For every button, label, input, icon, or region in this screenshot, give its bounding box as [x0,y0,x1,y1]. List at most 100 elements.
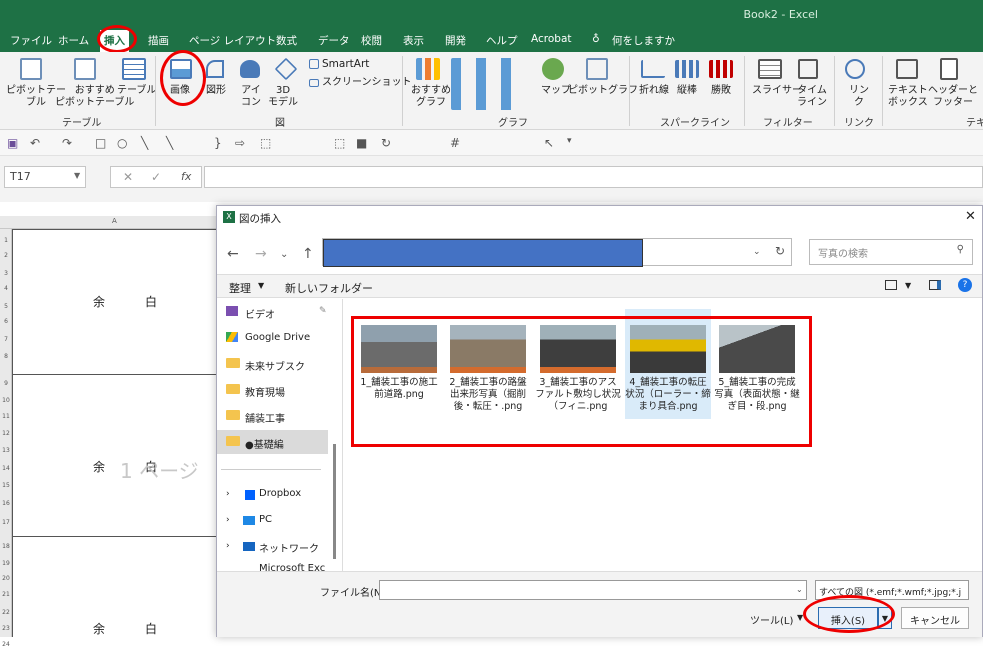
tab-page-layout[interactable]: ページ レイアウト [189,33,276,48]
up-icon[interactable]: ↑ [302,246,314,262]
filename-dropdown-icon[interactable]: ⌄ [796,585,803,594]
nav-item-hoso-koji[interactable]: 舗装工事 [245,410,285,425]
row-number[interactable]: 12 [0,430,12,437]
crop-icon[interactable]: ⬚ [334,136,345,150]
row-number[interactable]: 11 [0,413,12,420]
view-icon[interactable] [885,280,897,290]
enter-icon[interactable]: ✓ [151,170,161,184]
tab-developer[interactable]: 開発 [445,33,466,48]
address-dropdown-icon[interactable]: ⌄ [753,247,761,257]
tab-help[interactable]: ヘルプ [486,33,518,48]
row-number[interactable]: 8 [0,353,12,360]
map-button[interactable]: マップ [541,85,571,97]
tools-button[interactable]: ツール(L) [750,612,793,627]
3d-model-button[interactable]: 3D モデル [268,85,298,109]
nav-item-mirai-subsc[interactable]: 未来サブスク [245,358,305,373]
pivot-chart-button[interactable]: ピボットグラフ [568,85,638,97]
tell-me-box[interactable]: 何をしますか [612,33,675,48]
nav-item-google-drive[interactable]: Google Drive [245,332,310,343]
tab-formulas[interactable]: 数式 [276,33,297,48]
recent-icon[interactable]: ⌄ [280,249,288,260]
table-button[interactable]: テーブル [117,85,156,97]
shapes-button[interactable]: 図形 [206,85,226,97]
row-number[interactable]: 14 [0,465,12,472]
timeline-button[interactable]: タイム ライン [797,85,827,109]
fx-icon[interactable]: fx [181,170,191,183]
row-number[interactable]: 15 [0,482,12,489]
nav-item-microsoft-excel[interactable]: Microsoft Exc [259,563,325,571]
dashed-rect-icon[interactable]: ⬚ [260,136,271,150]
qat-more-icon[interactable]: ▾ [567,136,572,146]
save-icon[interactable]: ▣ [7,136,18,150]
row-number[interactable]: 9 [0,380,12,387]
organize-dropdown-icon[interactable]: ▼ [258,281,264,290]
row-number[interactable]: 18 [0,543,12,550]
row-number[interactable]: 22 [0,609,12,616]
formula-input[interactable] [204,166,983,188]
textbox-button[interactable]: テキスト ボックス [888,85,928,109]
undo-icon[interactable]: ↶ [30,136,40,150]
camera-icon[interactable]: ■ [356,136,367,150]
rectangle-icon[interactable]: □ [95,136,106,150]
tab-data[interactable]: データ [318,33,350,48]
tab-view[interactable]: 表示 [403,33,424,48]
refresh-icon[interactable]: ↻ [775,244,785,258]
filename-input[interactable] [379,580,807,600]
slicer-button[interactable]: スライサー [752,85,802,97]
row-number[interactable]: 23 [0,625,12,632]
row-number[interactable]: 7 [0,336,12,343]
tab-file[interactable]: ファイル [10,33,52,48]
preview-pane-icon[interactable] [929,280,941,290]
row-number[interactable]: 20 [0,575,12,582]
sparkline-winloss-button[interactable]: 勝敗 [711,85,731,97]
view-dropdown-icon[interactable]: ▼ [905,281,911,290]
expand-icon[interactable]: › [226,515,230,525]
recommended-charts-button[interactable]: おすすめ グラフ [411,85,451,109]
row-number[interactable]: 3 [0,270,12,277]
icons-button[interactable]: アイ コン [241,85,261,109]
tab-home[interactable]: ホーム [58,33,89,48]
organize-button[interactable]: 整理 [229,280,251,296]
expand-icon[interactable]: › [226,489,230,499]
row-number[interactable]: 24 [0,641,12,648]
tab-draw[interactable]: 描画 [148,33,169,48]
line2-icon[interactable]: ╲ [166,136,173,150]
cancel-icon[interactable]: ✕ [123,170,133,184]
help-icon[interactable]: ? [958,278,972,292]
smartart-button[interactable]: SmartArt [322,58,369,70]
row-number[interactable]: 2 [0,252,12,259]
row-number[interactable]: 19 [0,560,12,567]
nav-item-video[interactable]: ビデオ [245,306,275,321]
brace-icon[interactable]: } [214,136,222,150]
nav-item-kiso-hen[interactable]: ●基礎編 [245,436,284,451]
address-bar[interactable]: ⌄ ↻ [322,238,792,267]
column-a-header[interactable]: A [112,217,117,225]
row-number[interactable]: 17 [0,519,12,526]
close-icon[interactable]: ✕ [965,209,976,224]
row-number[interactable]: 5 [0,303,12,310]
row-number[interactable]: 1 [0,237,12,244]
row-number[interactable]: 6 [0,318,12,325]
redo-icon[interactable]: ↷ [62,136,72,150]
nav-item-dropbox[interactable]: Dropbox [259,488,301,499]
sparkline-line-button[interactable]: 折れ線 [639,85,669,97]
search-input[interactable]: 写真の検索 ⚲ [809,239,973,265]
oval-icon[interactable]: ○ [117,136,127,150]
link-button[interactable]: リン ク [849,85,869,109]
expand-icon[interactable]: › [226,541,230,551]
forward-icon[interactable]: → [255,246,267,262]
back-icon[interactable]: ← [227,246,239,262]
rotate-icon[interactable]: ↻ [381,136,391,150]
arrow-right-icon[interactable]: ⇨ [235,136,245,150]
chart-types-icons[interactable] [451,58,523,110]
grid-icon[interactable]: # [450,136,460,150]
line-icon[interactable]: ╲ [141,136,148,150]
name-box-dropdown-icon[interactable]: ▼ [74,171,80,180]
row-number[interactable]: 16 [0,500,12,507]
nav-scrollbar[interactable] [333,444,336,559]
cancel-button[interactable]: キャンセル [901,607,969,629]
screenshot-button[interactable]: スクリーンショット [322,77,412,89]
row-number[interactable]: 21 [0,591,12,598]
row-number[interactable]: 4 [0,285,12,292]
select-cursor-icon[interactable]: ↖ [544,136,554,150]
